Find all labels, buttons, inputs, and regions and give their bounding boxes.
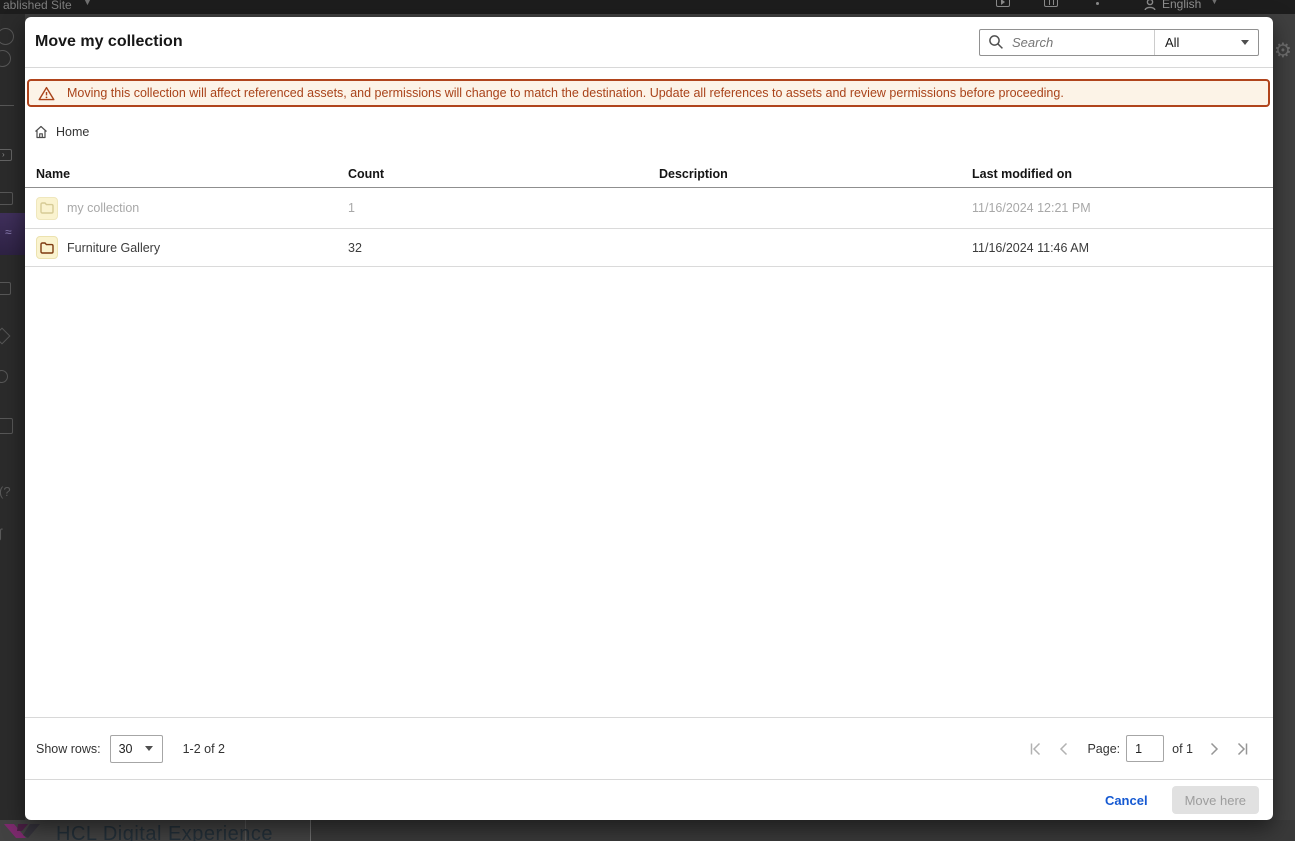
sidebar-avatar-icon [0, 50, 11, 67]
column-header-count: Count [348, 167, 659, 181]
site-selector: ablished Site [3, 0, 72, 12]
sidebar-clipboard-icon [0, 418, 13, 434]
chevron-down-icon [145, 746, 153, 751]
warning-icon [38, 86, 55, 101]
dialog-action-bar: Cancel Move here [25, 779, 1273, 820]
collection-modified: 11/16/2024 11:46 AM [972, 241, 1262, 255]
more-options-icon [1096, 2, 1099, 5]
preview-icon [996, 0, 1010, 7]
rows-per-page-value: 30 [119, 742, 133, 756]
folder-icon [36, 197, 58, 220]
cancel-button[interactable]: Cancel [1105, 793, 1148, 808]
dialog-title: Move my collection [35, 33, 183, 51]
person-icon [1144, 0, 1156, 14]
sidebar-pages-icon [0, 192, 13, 205]
page-of-label: of 1 [1172, 742, 1193, 756]
first-page-button[interactable] [1025, 738, 1047, 760]
chevron-right-icon [1207, 742, 1221, 756]
sidebar-avatar-icon [0, 28, 14, 45]
chevron-down-icon: ▼ [83, 0, 92, 7]
sidebar-console-icon: › [0, 149, 12, 161]
chevron-left-icon [1057, 742, 1071, 756]
filter-selected-value: All [1165, 35, 1179, 50]
move-here-button[interactable]: Move here [1172, 786, 1259, 814]
folder-icon [36, 236, 58, 259]
first-page-icon [1029, 742, 1043, 756]
sidebar-feedback-icon: ʃ [0, 526, 2, 541]
column-header-last-modified: Last modified on [972, 167, 1262, 181]
home-icon [34, 125, 48, 139]
panel-divider [310, 820, 311, 841]
collection-name: my collection [67, 201, 139, 215]
previous-page-button[interactable] [1053, 738, 1075, 760]
sidebar-active-item [0, 213, 25, 255]
table-row: my collection 1 11/16/2024 12:21 PM [25, 188, 1273, 229]
app-sidebar: › (? ʃ [0, 14, 25, 841]
chevron-down-icon: ▼ [1210, 0, 1219, 6]
show-rows-label: Show rows: [36, 742, 101, 756]
column-header-description: Description [659, 167, 972, 181]
collection-count: 1 [348, 201, 659, 215]
sidebar-layout-icon [0, 282, 11, 295]
sidebar-people-icon [0, 370, 8, 383]
rows-per-page-select[interactable]: 30 [110, 735, 163, 763]
search-filter-dropdown[interactable]: All [1154, 30, 1258, 55]
hcl-logo [4, 822, 48, 841]
table-header-row: Name Count Description Last modified on [25, 160, 1273, 188]
empty-area [25, 267, 1273, 717]
next-page-button[interactable] [1203, 738, 1225, 760]
pagination: Page: of 1 [1025, 735, 1253, 762]
dialog-header: Move my collection All [25, 17, 1273, 68]
chevron-down-icon [1241, 40, 1249, 45]
collection-count: 32 [348, 241, 659, 255]
search-input[interactable] [1004, 31, 1154, 54]
column-header-name: Name [36, 167, 348, 181]
gear-icon: ⚙ [1274, 38, 1295, 63]
brand-title: HCL Digital Experience [56, 823, 273, 841]
page-label: Page: [1087, 742, 1120, 756]
sidebar-help-icon: (? [0, 484, 11, 499]
search-box: All [979, 29, 1259, 56]
warning-message: Moving this collection will affect refer… [67, 86, 1064, 100]
breadcrumb-home-link[interactable]: Home [56, 125, 89, 139]
collection-name: Furniture Gallery [67, 241, 160, 255]
last-page-button[interactable] [1231, 738, 1253, 760]
row-range-label: 1-2 of 2 [183, 742, 225, 756]
breadcrumb: Home [34, 123, 1273, 141]
layout-icon [1044, 0, 1058, 7]
collection-modified: 11/16/2024 12:21 PM [972, 201, 1262, 215]
page-bottom-edge: HCL Digital Experience [0, 820, 1295, 841]
sidebar-assets-icon [0, 328, 10, 345]
page-number-input[interactable] [1126, 735, 1164, 762]
search-icon [988, 34, 1004, 50]
language-selector: English [1162, 0, 1201, 11]
table-footer: Show rows: 30 1-2 of 2 Page: of 1 [25, 717, 1273, 779]
last-page-icon [1235, 742, 1249, 756]
move-collection-dialog: Move my collection All Moving this colle… [25, 17, 1273, 820]
collections-table: Name Count Description Last modified on … [25, 160, 1273, 267]
app-topbar: ablished Site ▼ English ▼ [0, 0, 1295, 14]
table-row[interactable]: Furniture Gallery 32 11/16/2024 11:46 AM [25, 229, 1273, 267]
warning-banner: Moving this collection will affect refer… [27, 79, 1270, 107]
sidebar-home-icon [0, 92, 14, 106]
